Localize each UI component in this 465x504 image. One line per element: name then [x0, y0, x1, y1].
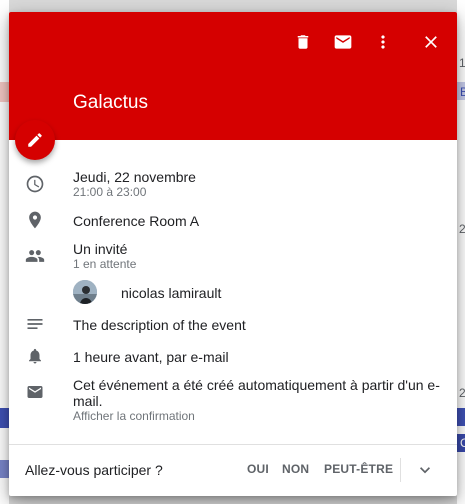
event-description: The description of the event	[73, 317, 246, 333]
people-icon	[25, 246, 45, 266]
email-source-icon	[25, 382, 45, 402]
close-icon	[425, 36, 437, 48]
avatar[interactable]	[73, 280, 97, 304]
guest-name[interactable]: nicolas lamirault	[121, 285, 221, 301]
calendar-event-label: B	[460, 85, 465, 99]
more-options-button[interactable]	[365, 24, 401, 60]
footer-divider	[9, 444, 457, 445]
more-vert-icon	[381, 35, 385, 49]
rsvp-more-button[interactable]	[413, 458, 437, 482]
bell-icon	[25, 346, 45, 366]
edit-event-button[interactable]	[15, 120, 55, 160]
rsvp-yes-button[interactable]: OUI	[247, 462, 269, 476]
calendar-event-label: C	[460, 436, 465, 450]
guests-summary: Un invité	[73, 241, 128, 257]
rsvp-no-button[interactable]: NON	[282, 462, 309, 476]
calendar-background-left	[0, 0, 9, 504]
notes-icon	[25, 314, 45, 334]
calendar-event-chip	[0, 408, 9, 428]
show-confirmation-link[interactable]: Afficher la confirmation	[73, 409, 195, 423]
event-reminder: 1 heure avant, par e-mail	[73, 349, 229, 365]
event-title: Galactus	[73, 92, 148, 113]
chevron-down-icon	[420, 467, 430, 474]
footer-separator	[400, 458, 401, 482]
calendar-day-number: 2	[459, 222, 465, 236]
event-time: 21:00 à 23:00	[73, 185, 147, 199]
calendar-background-right	[457, 0, 465, 504]
guests-status: 1 en attente	[73, 257, 137, 271]
rsvp-question: Allez-vous participer ?	[25, 462, 163, 478]
delete-button[interactable]	[285, 24, 321, 60]
email-source-note: Cet événement a été créé automatiquement…	[73, 377, 440, 409]
close-button[interactable]	[413, 24, 449, 60]
calendar-day-number: 1	[459, 56, 465, 70]
rsvp-maybe-button[interactable]: PEUT-ÊTRE	[324, 462, 393, 476]
clock-icon	[25, 174, 45, 194]
event-location: Conference Room A	[73, 213, 200, 229]
calendar-day-number: 2	[459, 386, 465, 400]
email-guests-button[interactable]	[325, 24, 361, 60]
event-detail-dialog: Galactus Jeudi, 22 novembre 21:00 à 23:0…	[9, 12, 457, 496]
pencil-icon	[28, 133, 42, 147]
calendar-event-chip	[0, 460, 9, 478]
location-icon	[25, 210, 45, 230]
trash-icon	[297, 35, 309, 49]
event-date: Jeudi, 22 novembre	[73, 169, 196, 185]
email-icon	[334, 35, 352, 49]
event-header: Galactus	[9, 12, 457, 140]
calendar-event-chip	[457, 408, 465, 426]
calendar-event-chip	[0, 82, 9, 102]
